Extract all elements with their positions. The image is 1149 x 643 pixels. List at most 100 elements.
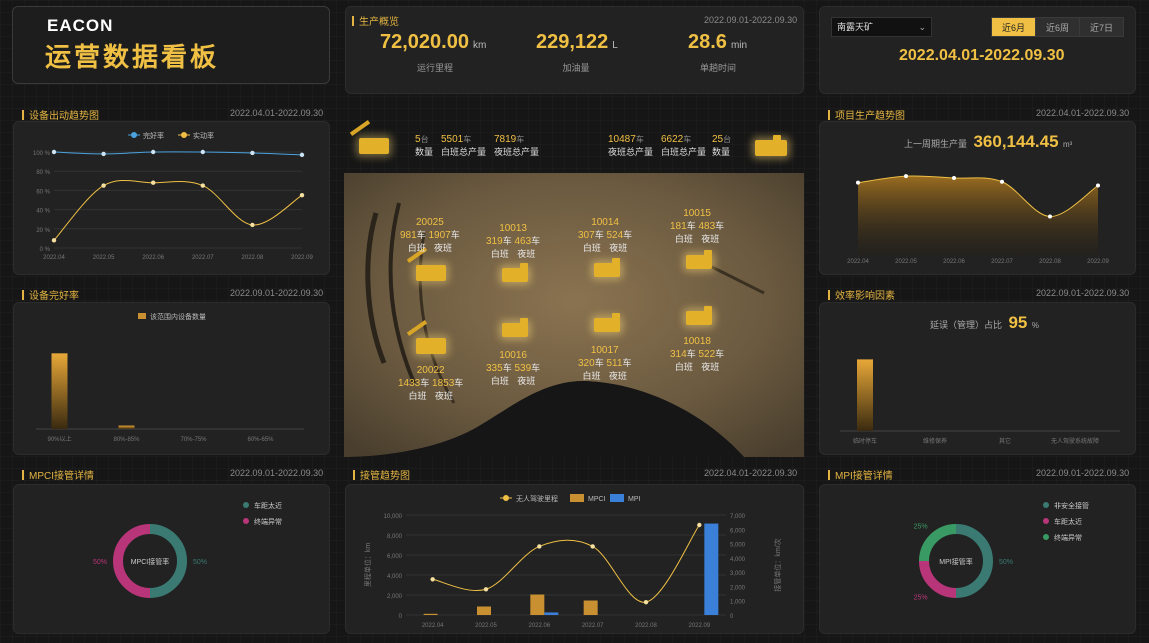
y-tick-label: 2,000 [387,594,403,600]
donut-center-label: MPI接管率 [939,557,972,566]
chevron-down-icon: ⌄ [918,22,926,32]
y-tick-label: 0 % [40,247,51,253]
series-line [53,179,303,241]
legend-label: 车距太近 [254,501,282,510]
bar [51,353,68,429]
data-point [101,151,106,157]
fleet-right-night: 10487车 夜班总产量 [608,134,654,157]
y-tick-label: 80 % [36,170,50,176]
x-tick-label: 无人驾驶系统故障 [1051,437,1099,445]
brand-panel: EACON 运营数据看板 [12,6,330,84]
data-point [697,522,702,528]
legend-label: 无人驾驶里程 [516,494,558,503]
legend-marker [1043,502,1049,508]
mpi-chart: 50% 非安全接管 25% 车距太近 25% 终端异常 MPI接管率 [914,501,1089,601]
truck-icon [755,135,787,156]
site-select-value: 南露天矿 [837,22,874,32]
bar [118,425,135,429]
slice-label: 50% [93,559,107,566]
legend-marker [570,494,584,502]
x-tick-label: 2022.09 [1087,259,1109,265]
excavator-icon [359,138,389,154]
legend-marker [131,132,137,138]
unit-10016: 10016 335车 539车 白班 夜班 [486,350,541,386]
y-tick-label: 20 % [36,228,50,234]
y-right-tick-label: 1,000 [730,600,746,606]
production-date: 2022.04.01-2022.09.30 [1036,108,1130,118]
excavator-icon [416,338,446,354]
efficiency-title: 效率影响因素 [828,287,895,302]
slice-label: 25% [914,524,928,531]
data-point [1000,179,1004,184]
x-tick-label: 2022.08 [1039,259,1061,265]
stat-trip-time: 28.6 min [688,31,748,53]
y-right-tick-label: 3,000 [730,571,746,577]
bar [857,359,873,431]
donut-slice [919,524,957,562]
data-point [200,149,205,155]
stat-mileage-label: 运行里程 [416,63,453,73]
takeover-date: 2022.04.01-2022.09.30 [704,468,798,478]
legend-marker [1043,518,1049,524]
tab-7-days[interactable]: 近7日 [1079,17,1124,37]
data-point [1048,214,1052,219]
data-point [51,238,57,243]
y-tick-label: 4,000 [387,574,403,580]
production-summary-value: 360,144.45 [973,132,1059,151]
fleet-right-day: 6622车 白班总产量 [661,134,707,157]
slice-label: 25% [914,594,928,601]
mpi-title: MPI接管详情 [828,467,893,482]
fleet-left-count: 5台 数量 [415,134,434,157]
area-fill [858,175,1098,256]
legend-label: MPI [628,496,641,503]
fleet-left-day: 5501车 白班总产量 [441,134,487,157]
x-tick-label: 2022.04 [847,259,869,265]
x-tick-label: 70%-75% [180,437,207,443]
legend-marker [138,313,146,319]
data-point [590,544,595,549]
x-tick-label: 2022.07 [991,259,1013,265]
efficiency-summary-value: 95 [1008,313,1028,332]
data-point [101,183,106,188]
takeover-chart: 0 2,000 4,000 6,000 8,000 10,000 0 1,000 2,000 3,… [363,494,782,629]
health-date: 2022.09.01-2022.09.30 [230,288,324,298]
data-point [250,222,255,228]
efficiency-chart-panel: 延误（管理）占比 95 % 临时停车 维修保养 其它 无人驾驶系统故障 [819,302,1136,455]
fleet-right-count: 25台 数量 [712,134,732,157]
y-tick-label: 6,000 [387,554,403,560]
bar [704,523,719,615]
x-tick-label: 2022.04 [422,623,444,629]
mine-terrain [344,173,804,457]
mpi-date: 2022.09.01-2022.09.30 [1036,468,1130,478]
slice-label: 50% [999,559,1013,566]
efficiency-summary-unit: % [1031,321,1039,330]
excavator-icon [416,265,446,281]
x-tick-label: 2022.06 [142,255,164,261]
overview-title: 生产概览 [352,13,399,28]
bar [544,612,559,615]
data-point [430,577,435,582]
tab-6-months[interactable]: 近6月 [991,17,1036,37]
tab-6-weeks[interactable]: 近6周 [1035,17,1080,37]
truck-icon [686,250,712,269]
stat-fuel: 229,122 L [536,31,618,53]
production-title: 项目生产趋势图 [828,107,905,122]
legend-marker [503,495,509,501]
y-tick-label: 100 % [33,151,51,157]
data-point [299,193,305,198]
legend-marker [181,132,187,138]
truck-icon [686,306,712,325]
x-tick-label: 2022.07 [192,255,214,261]
site-select[interactable]: 南露天矿 ⌄ [831,17,932,37]
unit-10013: 10013 319车 463车 白班 夜班 [486,223,541,259]
overview-panel: 生产概览 2022.09.01-2022.09.30 72,020.00 km 运… [345,6,804,94]
legend-label: 该范围内设备数量 [150,312,206,321]
legend-label: 实动率 [193,131,214,140]
x-tick-label: 2022.06 [528,623,550,629]
dispatch-chart: 0 % 20 % 40 % 60 % 80 % 100 % 2022.04 2022.05 20… [33,131,314,261]
unit-10017: 10017 320车 511车 白班 夜班 [578,345,632,381]
x-tick-label: 2022.05 [895,259,917,265]
unit-10015: 10015 181车 483车 白班 夜班 [670,208,725,244]
legend-marker [243,502,249,508]
bar [423,613,438,615]
